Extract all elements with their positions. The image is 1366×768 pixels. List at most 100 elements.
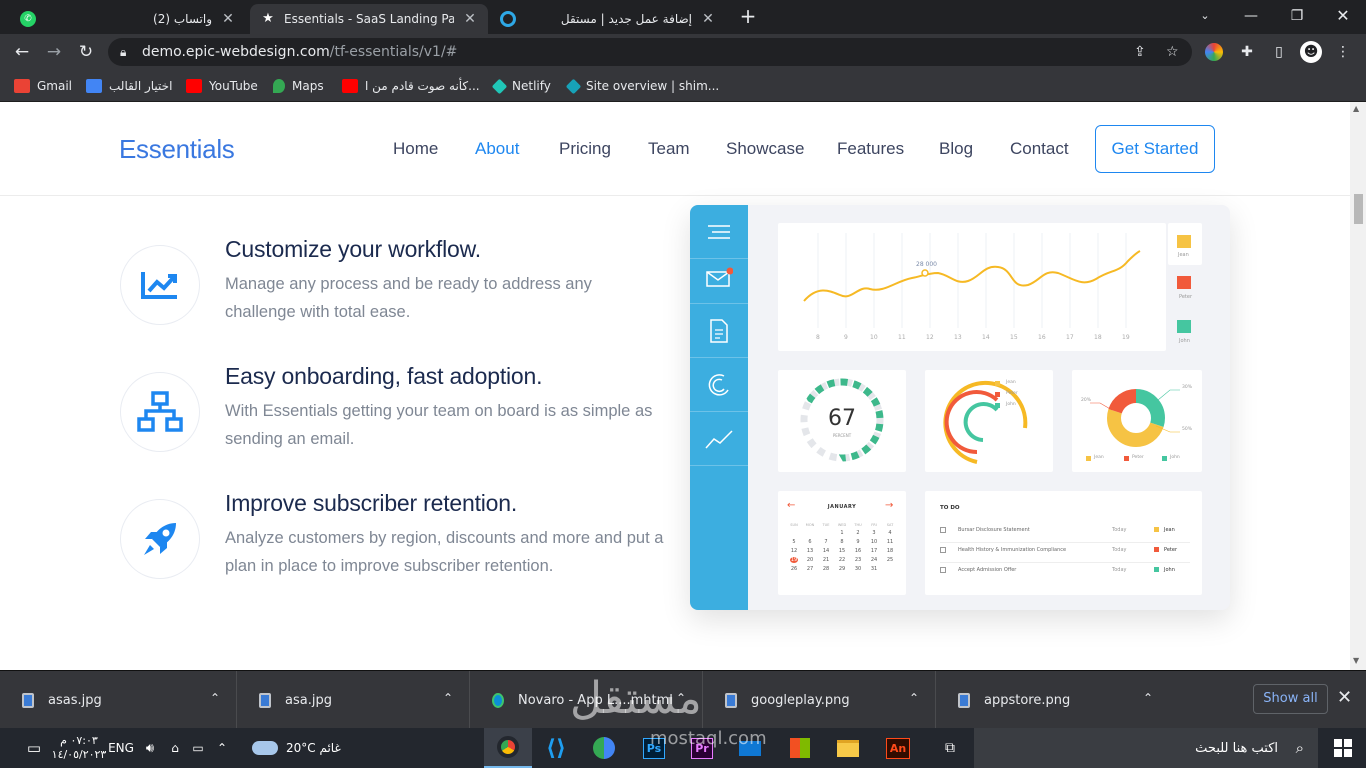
chevron-up-icon[interactable]: ⌃ [676, 691, 686, 705]
page-scrollbar[interactable]: ▲ ▼ [1350, 102, 1366, 670]
new-tab-button[interactable]: + [726, 4, 770, 28]
nav-about[interactable]: About [475, 139, 519, 159]
download-item[interactable]: appstore.png ⌃ [936, 671, 1169, 729]
browser-toolbar: ← → ↻ 🔒︎ demo.epic-webdesign.com/tf-esse… [0, 34, 1366, 70]
photoshop-icon[interactable]: Ps [632, 728, 676, 768]
whatsapp-icon: ✆ [20, 11, 36, 27]
edge-icon [492, 692, 504, 708]
calendar-weekday: MON [805, 523, 815, 527]
download-item[interactable]: googleplay.png ⌃ [703, 671, 936, 729]
animate-icon[interactable]: An [876, 728, 920, 768]
doc-icon [86, 79, 102, 93]
bookmark-netlify[interactable]: Netlify [491, 76, 551, 96]
bookmark-video[interactable]: كأنه صوت قادم من ا... [342, 76, 480, 96]
side-panel-icon[interactable]: ▯ [1268, 41, 1290, 63]
chevron-up-icon[interactable]: ⌃ [1143, 691, 1153, 705]
store-icon[interactable] [778, 728, 822, 768]
x-tick: 16 [1038, 334, 1046, 341]
close-tab-icon[interactable]: ✕ [462, 11, 478, 27]
file-explorer-icon[interactable] [826, 728, 870, 768]
profile-avatar[interactable]: ☻ [1300, 41, 1322, 63]
language-indicator[interactable]: ENG [106, 728, 136, 768]
site-logo[interactable]: Essentials [119, 134, 235, 165]
mail-app-icon[interactable] [728, 728, 772, 768]
extensions-puzzle-icon[interactable]: ✚ [1236, 41, 1258, 63]
restore-button[interactable]: ❐ [1274, 4, 1320, 28]
close-tab-icon[interactable]: ✕ [220, 11, 236, 27]
x-tick: 14 [982, 334, 990, 341]
download-item[interactable]: Novaro - App L....mhtml ⌃ [470, 671, 703, 729]
weather-widget[interactable]: 20°C غائم [252, 728, 362, 768]
share-icon[interactable]: ⇪ [1134, 38, 1146, 66]
calendar-day: 19 [790, 557, 798, 563]
tab-whatsapp[interactable]: ✆ (2) واتساب ✕ [10, 4, 246, 34]
tab-mostaql[interactable]: إضافة عمل جديد | مستقل ✕ [490, 4, 726, 34]
close-window-button[interactable]: ✕ [1320, 4, 1366, 28]
close-tab-icon[interactable]: ✕ [700, 11, 716, 27]
browser-tab-strip: ✆ (2) واتساب ✕ ★ Essentials - SaaS Landi… [0, 0, 1366, 34]
calendar-day: 12 [790, 548, 798, 554]
search-placeholder: اكتب هنا للبحث [1195, 740, 1278, 756]
back-button[interactable]: ← [10, 40, 34, 64]
battery-icon[interactable]: ▭ [188, 728, 208, 768]
extension-color-icon[interactable] [1205, 43, 1223, 61]
calendar-day: 10 [870, 539, 878, 545]
url-path: /tf-essentials/v1/# [329, 44, 458, 60]
bookmark-gmail[interactable]: Gmail [14, 76, 72, 96]
tab-search-icon[interactable]: ⌄ [1182, 4, 1228, 28]
address-bar[interactable]: 🔒︎ demo.epic-webdesign.com/tf-essentials… [108, 38, 1192, 66]
reload-button[interactable]: ↻ [74, 40, 98, 64]
nav-features[interactable]: Features [837, 139, 904, 159]
nav-blog[interactable]: Blog [939, 139, 973, 159]
x-tick: 18 [1094, 334, 1102, 341]
todo-title: TO DO [940, 505, 960, 511]
minimize-button[interactable]: — [1228, 4, 1274, 28]
feature-text: Manage any process and be ready to addre… [225, 275, 592, 321]
chrome-taskbar-icon[interactable] [484, 728, 532, 768]
scrollbar-thumb[interactable] [1354, 194, 1363, 224]
menu-dots-icon[interactable]: ⋮ [1332, 41, 1354, 63]
clock[interactable]: ٠٧:٠٣ م ١٤/٠٥/٢٠٢٣ [52, 728, 107, 768]
download-item[interactable]: asa.jpg ⌃ [237, 671, 470, 729]
mail-icon [690, 250, 748, 304]
premiere-icon[interactable]: Pr [680, 728, 724, 768]
get-started-button[interactable]: Get Started [1095, 125, 1215, 173]
bookmark-star-icon[interactable]: ☆ [1166, 38, 1179, 66]
chrome-profile-icon[interactable] [582, 728, 626, 768]
nav-pricing[interactable]: Pricing [559, 139, 611, 159]
volume-icon[interactable]: 🔊︎ [140, 728, 160, 768]
scroll-down-icon[interactable]: ▼ [1353, 656, 1359, 665]
checkbox [940, 567, 946, 573]
nav-showcase[interactable]: Showcase [726, 139, 804, 159]
legend-swatch [1177, 320, 1191, 333]
forward-button[interactable]: → [42, 40, 66, 64]
vscode-icon[interactable]: ⟨⟩ [534, 728, 578, 768]
youtube-icon [186, 79, 202, 93]
nav-team[interactable]: Team [648, 139, 690, 159]
nav-contact[interactable]: Contact [1010, 139, 1069, 159]
nav-home[interactable]: Home [393, 139, 438, 159]
bookmark-youtube[interactable]: YouTube [186, 76, 258, 96]
calendar-day: 15 [838, 548, 846, 554]
scroll-up-icon[interactable]: ▲ [1353, 104, 1359, 113]
network-icon[interactable]: ⌂ [165, 728, 185, 768]
show-all-button[interactable]: Show all [1253, 684, 1328, 714]
rocket-icon [144, 523, 176, 555]
calendar-day: 13 [806, 548, 814, 554]
start-button[interactable] [1320, 728, 1366, 768]
bookmark-site-overview[interactable]: Site overview | shim... [565, 76, 719, 96]
tab-essentials[interactable]: ★ Essentials - SaaS Landing Page Te ✕ [250, 4, 488, 34]
tray-chevron-icon[interactable]: ⌃ [212, 728, 232, 768]
download-item[interactable]: asas.jpg ⌃ [0, 671, 237, 729]
chevron-up-icon[interactable]: ⌃ [210, 691, 220, 705]
chevron-up-icon[interactable]: ⌃ [909, 691, 919, 705]
close-downloads-icon[interactable]: ✕ [1337, 687, 1352, 708]
todo-list: Bursar Disclosure Statement Today Jean Heal… [940, 523, 1190, 583]
bookmark-maps[interactable]: Maps [273, 76, 324, 96]
notification-icon[interactable]: ▭ [22, 728, 46, 768]
gauge-card: 67 PERCENT [778, 370, 906, 472]
bookmark-template[interactable]: اختيار القالب [86, 76, 172, 96]
task-view-icon[interactable]: ⧉ [928, 728, 972, 768]
taskbar-search-box[interactable]: اكتب هنا للبحث ⌕ [974, 728, 1318, 768]
chevron-up-icon[interactable]: ⌃ [443, 691, 453, 705]
